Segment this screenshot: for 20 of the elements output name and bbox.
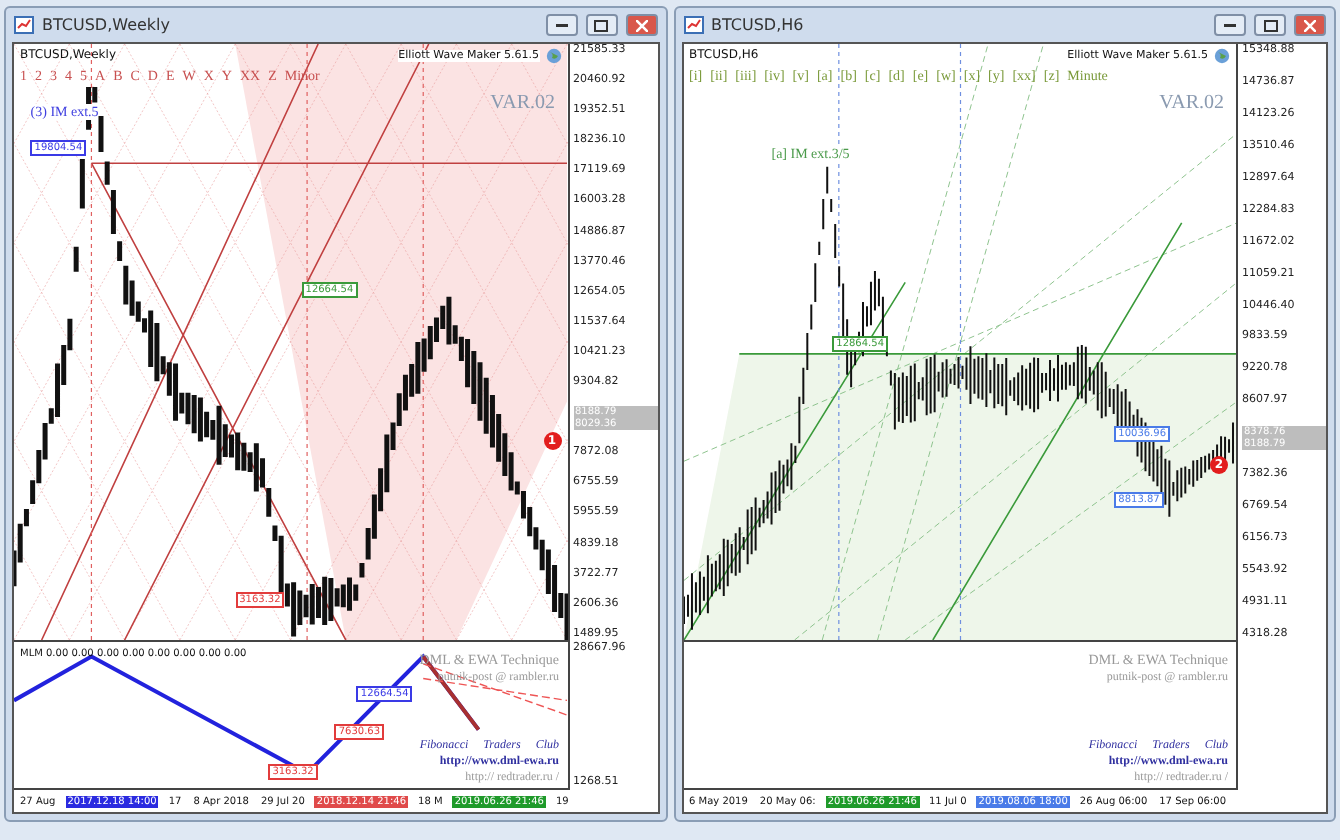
globe-icon xyxy=(545,48,561,64)
minimize-icon xyxy=(555,23,567,27)
maximize-icon xyxy=(1263,19,1277,31)
globe-icon xyxy=(1214,48,1230,64)
variant-label: VAR.02 xyxy=(1159,92,1224,114)
window-title: BTCUSD,Weekly xyxy=(42,16,173,34)
chart-window-icon xyxy=(14,16,34,34)
minimize-button[interactable] xyxy=(1214,14,1246,36)
close-icon xyxy=(1304,19,1316,31)
maximize-button[interactable] xyxy=(585,14,617,36)
close-button[interactable] xyxy=(1294,14,1326,36)
chart-window-icon xyxy=(683,16,703,34)
variant-label: VAR.02 xyxy=(490,92,555,114)
minimize-icon xyxy=(1224,23,1236,27)
close-icon xyxy=(635,19,647,31)
minimize-button[interactable] xyxy=(545,14,577,36)
window-title: BTCUSD,H6 xyxy=(711,16,806,34)
close-button[interactable] xyxy=(625,14,657,36)
maximize-button[interactable] xyxy=(1254,14,1286,36)
maximize-icon xyxy=(594,19,608,31)
